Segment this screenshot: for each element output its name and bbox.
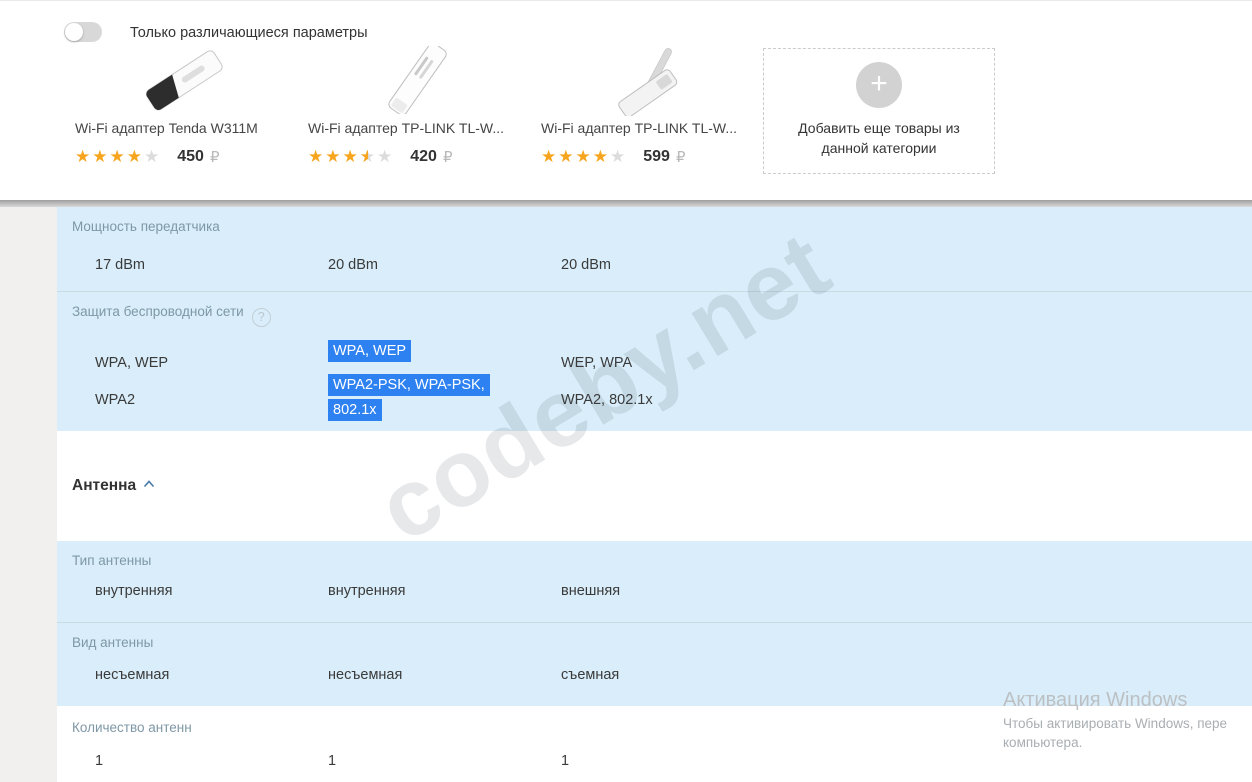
section-header-antenna[interactable]: Антенна bbox=[72, 475, 155, 495]
cell-value: внутренняя bbox=[328, 583, 406, 599]
table-row-transmitter-power: Мощность передатчика 17 dBm 20 dBm 20 dB… bbox=[57, 207, 1252, 291]
product-image-tenda bbox=[67, 45, 300, 115]
star-icon: ★ bbox=[92, 147, 110, 166]
star-icon: ★ bbox=[592, 147, 610, 166]
product-image-tplink bbox=[300, 45, 533, 115]
ruble-sign: ₽ bbox=[442, 149, 453, 166]
rating-stars: ★★★★★ bbox=[541, 147, 627, 167]
comparison-page: Только различающиеся параметры Wi-Fi ада… bbox=[0, 0, 1252, 782]
star-icon: ★ bbox=[342, 147, 360, 166]
star-icon: ★ bbox=[610, 147, 628, 166]
table-row-antenna-count: Количество антенн 1 1 1 bbox=[57, 706, 1252, 782]
cell-value: внутренняя bbox=[95, 583, 173, 599]
star-icon: ★ bbox=[126, 147, 144, 166]
products-header-panel: Только различающиеся параметры Wi-Fi ада… bbox=[0, 0, 1252, 200]
product-price: 599 bbox=[643, 148, 670, 165]
product-price: 420 bbox=[410, 148, 437, 165]
rating-stars: ★★★★★ bbox=[308, 147, 394, 167]
star-icon: ★ bbox=[360, 147, 377, 167]
cell-value: 17 dBm bbox=[95, 257, 145, 273]
star-icon: ★ bbox=[144, 147, 162, 166]
product-image-tplink-antenna bbox=[533, 45, 766, 116]
usb-antenna-adapter-icon bbox=[617, 48, 677, 116]
star-icon: ★ bbox=[325, 147, 343, 166]
chevron-up-icon bbox=[143, 475, 155, 492]
cell-value: WEP, WPA WPA2, 802.1x bbox=[561, 355, 653, 408]
star-icon: ★ bbox=[75, 147, 93, 166]
selected-text: WPA, WEP bbox=[328, 340, 412, 362]
usb-adapter-icon bbox=[387, 46, 447, 114]
star-icon: ★ bbox=[109, 147, 127, 166]
product-price: 450 bbox=[177, 148, 204, 165]
add-products-button[interactable]: + Добавить еще товары из данной категори… bbox=[763, 48, 995, 174]
usb-adapter-icon bbox=[145, 50, 223, 111]
cell-value: WPA, WEP WPA2 bbox=[95, 355, 169, 408]
table-row-antenna-kind: Вид антенны несъемная несъемная съемная bbox=[57, 622, 1252, 706]
star-icon: ★ bbox=[377, 147, 395, 166]
header-divider-bar bbox=[0, 200, 1252, 207]
cell-value: 1 bbox=[561, 753, 570, 769]
product-card[interactable]: Wi-Fi адаптер TP-LINK TL-W... ★★★★★ 599 … bbox=[533, 1, 766, 201]
product-card[interactable]: Wi-Fi адаптер TP-LINK TL-W... ★★★★★ 420 … bbox=[300, 1, 533, 201]
table-row-wireless-security: Защита беспроводной сети? WPA, WEP WPA2 … bbox=[57, 291, 1252, 431]
cell-value: съемная bbox=[561, 667, 620, 683]
plus-icon: + bbox=[856, 62, 902, 108]
cell-value: 20 dBm bbox=[561, 257, 611, 273]
ruble-sign: ₽ bbox=[675, 149, 686, 166]
cell-value: несъемная bbox=[95, 667, 170, 683]
star-icon: ★ bbox=[541, 147, 559, 166]
cell-value: 20 dBm bbox=[328, 257, 378, 273]
product-name[interactable]: Wi-Fi адаптер TP-LINK TL-W... bbox=[541, 120, 763, 136]
section-antenna: Антенна bbox=[57, 431, 1252, 541]
selected-text: WPA2-PSK, WPA-PSK, 802.1x bbox=[328, 374, 490, 421]
star-icon: ★ bbox=[575, 147, 593, 166]
add-products-label: Добавить еще товары из данной категории bbox=[798, 120, 960, 157]
product-name[interactable]: Wi-Fi адаптер Tenda W311M bbox=[75, 120, 297, 136]
cell-value: несъемная bbox=[328, 667, 403, 683]
star-icon: ★ bbox=[308, 147, 326, 166]
cell-value-selected: WPA, WEP WPA2-PSK, WPA-PSK, 802.1x bbox=[328, 292, 508, 431]
product-card[interactable]: Wi-Fi адаптер Tenda W311M ★★★★★ 450 ₽ bbox=[67, 1, 300, 201]
cell-value: 1 bbox=[328, 753, 337, 769]
product-name[interactable]: Wi-Fi адаптер TP-LINK TL-W... bbox=[308, 120, 530, 136]
star-icon: ★ bbox=[558, 147, 576, 166]
cell-value: внешняя bbox=[561, 583, 621, 599]
table-row-antenna-type: Тип антенны внутренняя внутренняя внешня… bbox=[57, 541, 1252, 622]
cell-value: 1 bbox=[95, 753, 104, 769]
rating-stars: ★★★★★ bbox=[75, 147, 161, 167]
ruble-sign: ₽ bbox=[209, 149, 220, 166]
